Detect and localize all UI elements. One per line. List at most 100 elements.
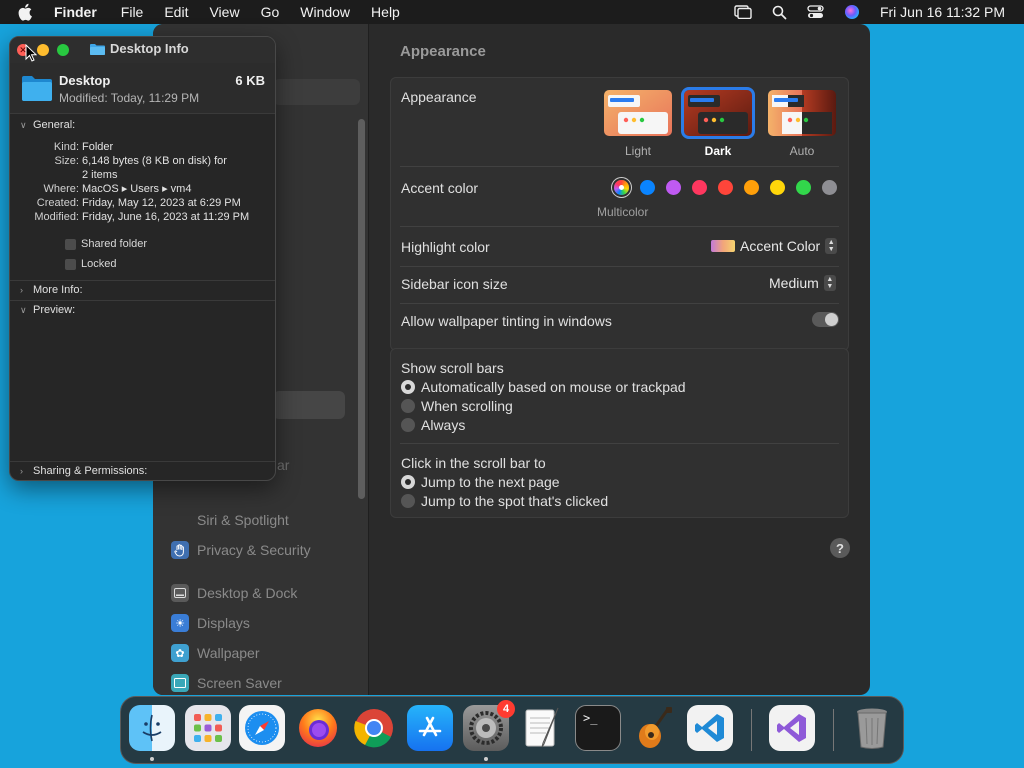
info-titlebar[interactable]: ✕ Desktop Info bbox=[10, 37, 275, 63]
highlight-color-popup[interactable]: Accent Color ▲ ▼ bbox=[711, 238, 838, 254]
accent-pink-swatch[interactable] bbox=[692, 180, 707, 195]
chrome-icon[interactable] bbox=[351, 705, 397, 751]
hand-icon bbox=[171, 541, 189, 559]
shared-folder-checkbox[interactable]: Shared folder bbox=[65, 238, 147, 250]
divider bbox=[400, 266, 839, 267]
sidebar-item-label: Privacy & Security bbox=[197, 542, 311, 558]
divider bbox=[400, 303, 839, 304]
wallpaper-tinting-toggle[interactable] bbox=[812, 312, 839, 327]
sidebar-search-field[interactable] bbox=[273, 79, 360, 105]
notification-badge: 4 bbox=[497, 700, 515, 718]
menu-app-name[interactable]: Finder bbox=[54, 4, 97, 20]
sidebar-item-desktop-dock[interactable]: Desktop & Dock bbox=[171, 582, 297, 604]
appstore-icon[interactable] bbox=[407, 705, 453, 751]
settings-gear-icon[interactable]: 4 bbox=[463, 700, 515, 751]
dock-separator bbox=[751, 709, 752, 751]
appearance-option-dark[interactable] bbox=[681, 87, 755, 139]
info-value: Friday, June 16, 2023 at 11:29 PM bbox=[82, 211, 250, 223]
folder-icon bbox=[90, 43, 105, 55]
info-row-size: Size: 6,148 bytes (8 KB on disk) for bbox=[10, 154, 275, 168]
section-more-info-header[interactable]: › More Info: bbox=[20, 284, 83, 296]
sidebar-item-wallpaper[interactable]: ✿ Wallpaper bbox=[171, 642, 260, 664]
menu-window[interactable]: Window bbox=[300, 4, 350, 20]
menu-go[interactable]: Go bbox=[261, 4, 280, 20]
zoom-button[interactable] bbox=[57, 44, 69, 56]
terminal-icon[interactable]: >_ bbox=[575, 705, 621, 751]
item-name: Desktop bbox=[59, 73, 111, 88]
accent-red-swatch[interactable] bbox=[718, 180, 733, 195]
terminal-prompt: >_ bbox=[583, 711, 598, 725]
sidebar-icon-size-popup[interactable]: Medium ▲ ▼ bbox=[769, 275, 836, 291]
radio-scroll-automatic[interactable]: Automatically based on mouse or trackpad bbox=[401, 379, 686, 395]
appearance-group: Appearance Light Dark Auto Accent color … bbox=[390, 77, 849, 351]
section-preview-header[interactable]: ∨ Preview: bbox=[20, 304, 75, 316]
locked-checkbox[interactable]: Locked bbox=[65, 258, 116, 270]
click-scroll-bar-label: Click in the scroll bar to bbox=[401, 455, 546, 471]
textedit-icon[interactable] bbox=[519, 705, 565, 751]
spotlight-search-icon[interactable] bbox=[772, 5, 787, 20]
section-sharing-header[interactable]: › Sharing & Permissions: bbox=[20, 465, 147, 477]
radio-label: Automatically based on mouse or trackpad bbox=[421, 379, 686, 395]
menu-clock[interactable]: Fri Jun 16 11:32 PM bbox=[880, 4, 1005, 20]
finder-icon[interactable] bbox=[129, 705, 175, 751]
radio-jump-spot-clicked[interactable]: Jump to the spot that's clicked bbox=[401, 493, 608, 509]
menu-view[interactable]: View bbox=[209, 4, 239, 20]
flower-icon: ✿ bbox=[171, 644, 189, 662]
appearance-option-auto[interactable] bbox=[768, 90, 836, 136]
radio-button bbox=[401, 399, 415, 413]
accent-graphite-swatch[interactable] bbox=[822, 180, 837, 195]
dock-separator bbox=[833, 709, 834, 751]
safari-icon[interactable] bbox=[239, 705, 285, 751]
info-row-where: Where: MacOS ▸ Users ▸ vm4 bbox=[10, 182, 275, 196]
vscode-icon[interactable] bbox=[687, 705, 733, 751]
radio-jump-next-page[interactable]: Jump to the next page bbox=[401, 474, 560, 490]
menu-help[interactable]: Help bbox=[371, 4, 400, 20]
radio-scroll-always[interactable]: Always bbox=[401, 417, 465, 433]
sidebar-item-privacy-security[interactable]: Privacy & Security bbox=[171, 539, 311, 561]
info-key: Modified: bbox=[34, 211, 79, 223]
chevron-down-icon: ∨ bbox=[20, 304, 27, 315]
show-scroll-bars-label: Show scroll bars bbox=[401, 360, 504, 376]
sidebar-item-label: Wallpaper bbox=[197, 645, 260, 661]
sidebar-item-siri-spotlight[interactable]: Siri & Spotlight bbox=[171, 509, 289, 531]
chevron-down-icon: ∨ bbox=[20, 119, 27, 130]
firefox-icon[interactable] bbox=[295, 705, 341, 751]
folder-icon bbox=[22, 75, 52, 106]
sidebar-item-displays[interactable]: ☀ Displays bbox=[171, 612, 250, 634]
accent-blue-swatch[interactable] bbox=[640, 180, 655, 195]
visualstudio-icon[interactable] bbox=[769, 705, 815, 751]
page-title: Appearance bbox=[400, 43, 486, 60]
menu-edit[interactable]: Edit bbox=[164, 4, 188, 20]
sidebar-scrollbar[interactable] bbox=[358, 119, 365, 499]
accent-yellow-swatch[interactable] bbox=[770, 180, 785, 195]
accent-multicolor-swatch[interactable] bbox=[614, 180, 629, 195]
desktop-info-window: ✕ Desktop Info Desktop 6 KB Modified: To… bbox=[9, 36, 276, 481]
radio-scroll-when-scrolling[interactable]: When scrolling bbox=[401, 398, 513, 414]
trash-icon[interactable] bbox=[849, 705, 895, 751]
accent-green-swatch[interactable] bbox=[796, 180, 811, 195]
apple-menu-icon[interactable] bbox=[18, 3, 36, 21]
guitar-icon[interactable] bbox=[631, 705, 677, 751]
minimize-button[interactable] bbox=[37, 44, 49, 56]
sidebar-selection-highlight bbox=[273, 391, 345, 419]
menu-file[interactable]: File bbox=[121, 4, 144, 20]
running-indicator bbox=[484, 757, 488, 761]
siri-icon[interactable] bbox=[844, 4, 860, 20]
section-general-header[interactable]: ∨ General: bbox=[20, 119, 75, 131]
window-title-text: Desktop Info bbox=[110, 41, 189, 56]
control-center-icon[interactable] bbox=[807, 5, 824, 19]
help-button[interactable]: ? bbox=[830, 538, 850, 558]
accent-purple-swatch[interactable] bbox=[666, 180, 681, 195]
sidebar-item-screen-saver[interactable]: Screen Saver bbox=[171, 672, 282, 694]
info-value: Folder bbox=[82, 141, 114, 153]
appearance-option-light[interactable] bbox=[604, 90, 672, 136]
accent-orange-swatch[interactable] bbox=[744, 180, 759, 195]
checkbox bbox=[65, 238, 76, 250]
info-key: Size: bbox=[54, 155, 79, 167]
launchpad-icon[interactable] bbox=[185, 705, 231, 751]
screen-mirroring-icon[interactable] bbox=[734, 5, 752, 19]
section-title: Sharing & Permissions: bbox=[33, 465, 148, 477]
divider bbox=[400, 443, 839, 444]
highlight-color-value: Accent Color bbox=[740, 238, 821, 254]
radio-label: Always bbox=[421, 417, 466, 433]
